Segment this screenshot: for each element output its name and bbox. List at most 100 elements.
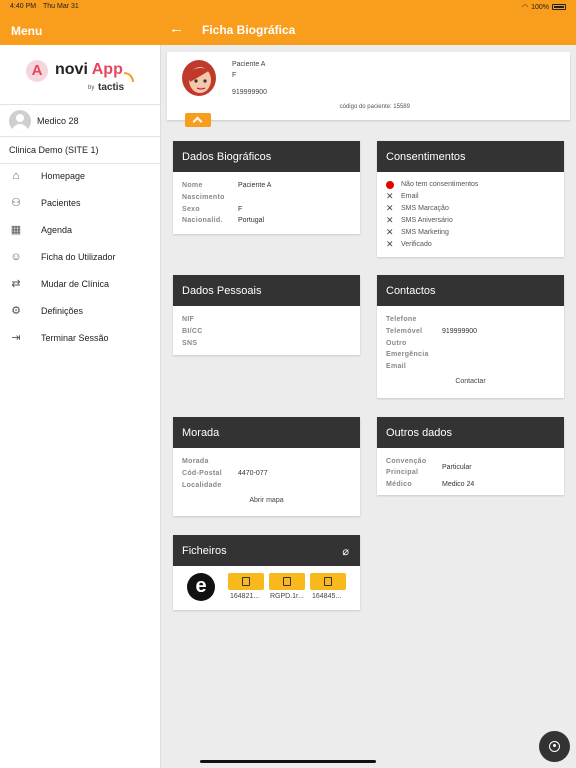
consent-card: Consentimentos Não tem consentimentos ✕ … xyxy=(377,141,564,257)
logo-brand-b: App xyxy=(91,61,123,78)
file-button[interactable] xyxy=(310,573,346,590)
other-title: Outros dados xyxy=(377,417,564,448)
sidebar-item-agenda[interactable]: ▦ Agenda xyxy=(0,220,161,242)
logo-badge: A xyxy=(26,60,48,82)
sidebar-item-label: Agenda xyxy=(41,225,73,235)
label-doctor: Médico xyxy=(386,481,412,488)
file-name: RGPD.1r... xyxy=(270,593,304,600)
label-phone: Telefone xyxy=(386,316,417,323)
consent-item-label: Verificado xyxy=(401,241,432,248)
attach-icon[interactable]: ⌀ xyxy=(342,545,349,558)
expand-button[interactable] xyxy=(185,113,211,127)
avatar-head xyxy=(16,114,24,122)
value-sex: F xyxy=(238,206,243,213)
patient-photo xyxy=(182,60,216,96)
value-nationality: Portugal xyxy=(238,217,265,224)
open-map-link[interactable]: Abrir mapa xyxy=(173,497,360,504)
file-button[interactable] xyxy=(228,573,264,590)
label-nationality: Nacionalid. xyxy=(182,217,223,224)
sidebar-item-definicoes[interactable]: ⚙ Definições xyxy=(0,301,161,323)
file-app-logo: e xyxy=(187,573,215,601)
sidebar: A novi App by tactis Medico 28 Clinica D… xyxy=(0,45,161,768)
document-icon xyxy=(283,577,291,586)
label-other: Outro xyxy=(386,340,407,347)
page-title: Ficha Biográfica xyxy=(202,23,296,37)
wifi-icon: ◠ xyxy=(521,4,529,11)
sidebar-item-label: Definições xyxy=(41,306,84,316)
avatar[interactable] xyxy=(9,110,31,132)
label-name: Nome xyxy=(182,182,203,189)
consent-item-label: SMS Marcação xyxy=(401,205,449,212)
patient-phone: 919999900 xyxy=(232,89,268,96)
battery-percent: 100% xyxy=(531,3,549,11)
close-icon: ✕ xyxy=(386,203,394,213)
divider xyxy=(0,163,161,164)
avatar-body xyxy=(12,124,28,132)
logo-by: by xyxy=(88,85,95,91)
label-locality: Localidade xyxy=(182,482,222,489)
files-card: Ficheiros ⌀ e 164821... RGPD.1r... 16484… xyxy=(173,535,360,610)
logo-signal-icon xyxy=(124,72,134,82)
home-icon: ⌂ xyxy=(12,170,20,182)
sidebar-item-terminar-sessao[interactable]: ⇥ Terminar Sessão xyxy=(0,328,161,350)
label-postal: Cód-Postal xyxy=(182,470,222,477)
close-icon: ✕ xyxy=(386,227,394,237)
sidebar-item-pacientes[interactable]: ⚇ Pacientes xyxy=(0,193,161,215)
label-convention-a: Convenção xyxy=(386,458,427,465)
value-doctor: Medico 24 xyxy=(442,481,475,488)
swap-icon: ⇄ xyxy=(11,278,21,290)
file-name: 164821... xyxy=(230,593,260,600)
status-bar: 4:40 PM Thu Mar 31 ◠ 100% xyxy=(10,3,566,13)
logo-brand: novi App xyxy=(55,61,123,79)
patient-code: código do paciente: 15589 xyxy=(339,104,410,110)
user-icon: ☺ xyxy=(10,251,22,263)
patient-name: Paciente A xyxy=(232,61,266,68)
label-convention-b: Principal xyxy=(386,469,419,476)
consent-item-label: SMS Aniversário xyxy=(401,217,453,224)
divider xyxy=(0,104,161,105)
logout-icon: ⇥ xyxy=(11,332,21,344)
sidebar-item-mudar-clinica[interactable]: ⇄ Mudar de Clínica xyxy=(0,274,161,296)
clinic-name: Clinica Demo (SITE 1) xyxy=(9,145,99,155)
menu-title: Menu xyxy=(11,24,43,38)
chevron-up-icon xyxy=(192,116,203,127)
personal-card: Dados Pessoais NIF BI/CC SNS xyxy=(173,275,360,355)
app-logo: A novi App by tactis xyxy=(24,57,144,97)
contacts-card: Contactos Telefone Telemóvel 919999900 O… xyxy=(377,275,564,398)
back-arrow-icon[interactable]: ← xyxy=(169,21,184,36)
sidebar-item-label: Ficha do Utilizador xyxy=(41,252,116,262)
top-bar: 4:40 PM Thu Mar 31 ◠ 100% Menu ← Ficha B… xyxy=(0,0,576,45)
status-date: Thu Mar 31 xyxy=(43,3,79,10)
label-birth: Nascimento xyxy=(182,194,225,201)
consent-item-label: Não tem consentimentos xyxy=(401,181,479,188)
logo-brand-a: novi xyxy=(55,61,92,78)
label-bicc: BI/CC xyxy=(182,328,203,335)
file-name: 164845... xyxy=(312,593,342,600)
sidebar-item-ficha-utilizador[interactable]: ☺ Ficha do Utilizador xyxy=(0,247,161,269)
sidebar-item-label: Mudar de Clínica xyxy=(41,279,110,289)
file-button[interactable] xyxy=(269,573,305,590)
value-convention: Particular xyxy=(442,464,472,471)
close-icon: ✕ xyxy=(386,239,394,249)
patient-sex: F xyxy=(232,72,237,79)
address-title: Morada xyxy=(173,417,360,448)
close-icon: ✕ xyxy=(386,191,394,201)
personal-title: Dados Pessoais xyxy=(173,275,360,306)
consent-title: Consentimentos xyxy=(377,141,564,172)
status-red-dot-icon xyxy=(386,181,394,189)
address-card: Morada Morada Cód-Postal 4470-077 Locali… xyxy=(173,417,360,516)
sidebar-item-label: Terminar Sessão xyxy=(41,333,109,343)
status-time: 4:40 PM xyxy=(10,3,37,10)
user-name: Medico 28 xyxy=(37,116,79,126)
label-nif: NIF xyxy=(182,316,195,323)
sidebar-item-homepage[interactable]: ⌂ Homepage xyxy=(0,166,161,188)
sidebar-item-label: Pacientes xyxy=(41,198,81,208)
contact-link[interactable]: Contactar xyxy=(377,378,564,385)
contacts-title: Contactos xyxy=(377,275,564,306)
consent-item-label: SMS Marketing xyxy=(401,229,449,236)
home-indicator xyxy=(200,760,376,763)
profile-fab-button[interactable] xyxy=(539,731,570,762)
label-street: Morada xyxy=(182,458,209,465)
label-email: Email xyxy=(386,363,407,370)
bio-title: Dados Biográficos xyxy=(173,141,360,172)
